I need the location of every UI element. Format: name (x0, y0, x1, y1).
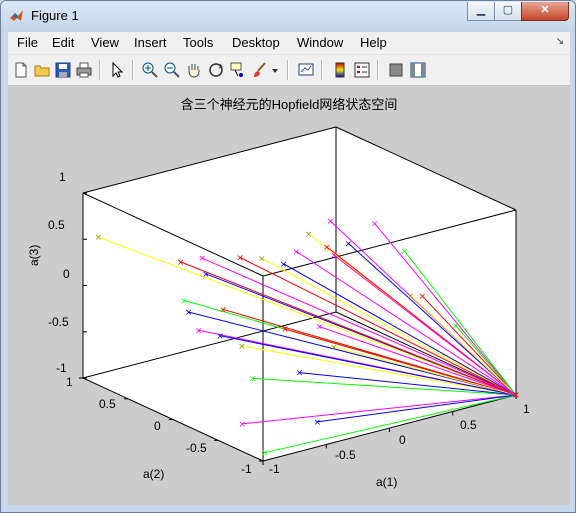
maximize-button[interactable]: ▢ (494, 2, 522, 21)
minimize-button[interactable]: ▁ (467, 2, 495, 21)
y-axis-label: a(2) (143, 467, 165, 481)
print-icon[interactable] (75, 61, 93, 79)
trajectory-start-marker: × (345, 239, 353, 249)
y-tick-label: 0 (154, 419, 161, 433)
data-cursor-icon[interactable] (229, 61, 247, 79)
y-tick-label: -1 (241, 462, 252, 476)
trajectory-start-marker: × (401, 247, 409, 257)
toolbar-separator (377, 60, 379, 80)
menu-desktop[interactable]: Desktop (232, 35, 280, 50)
trajectory-start-marker: × (280, 260, 288, 270)
toolbar-separator (99, 60, 101, 80)
menu-help[interactable]: Help (360, 35, 387, 50)
close-button[interactable]: ✕ (521, 2, 569, 21)
insert-legend-icon[interactable] (353, 61, 371, 79)
y-tick-label: 1 (66, 375, 73, 389)
equilibrium-marker: × (512, 390, 520, 401)
trajectory-start-marker: × (236, 254, 244, 264)
trajectory-start-marker: × (219, 305, 227, 315)
y-tick-label: -0.5 (186, 441, 207, 455)
maximize-icon: ▢ (502, 4, 514, 16)
z-tick-label: 0 (63, 267, 70, 281)
trajectory-start-marker: × (95, 233, 103, 243)
z-tick-label: -0.5 (48, 315, 69, 329)
trajectory-start-marker: × (407, 292, 415, 302)
trajectory-start-marker: × (452, 322, 460, 332)
figure-canvas[interactable]: 含三个神经元的Hopfield网络状态空间 × × × × × × × × × × × × × × × × × ×… (8, 86, 570, 505)
trajectory-start-marker: × (371, 219, 379, 229)
hide-plot-tools-icon[interactable] (387, 61, 405, 79)
menu-edit[interactable]: Edit (52, 35, 74, 50)
brush-menu-icon[interactable] (270, 61, 280, 79)
save-icon[interactable] (54, 61, 72, 79)
link-plot-icon[interactable] (297, 61, 315, 79)
trajectory-start-marker: × (330, 343, 338, 353)
trajectory-start-marker: × (180, 296, 188, 306)
x-tick-label: 1 (523, 402, 530, 416)
trajectory-start-marker: × (249, 374, 257, 384)
figure-window: Figure 1 ▁ ▢ ✕ File Edit View Insert Too… (0, 0, 576, 513)
trajectory-start-marker: × (238, 342, 246, 352)
trajectory-start-marker: × (261, 449, 269, 459)
trajectory-start-marker: × (195, 326, 203, 336)
figure-toolbar (8, 55, 570, 86)
matlab-logo-icon (10, 10, 23, 21)
trajectory-start-marker: × (296, 369, 304, 379)
trajectory-start-marker: × (177, 258, 185, 268)
trajectory-start-marker: × (292, 247, 300, 257)
x-tick-label: -0.5 (335, 448, 356, 462)
trajectory-start-marker: × (281, 325, 289, 335)
y-tick-label: 0.5 (99, 397, 116, 411)
zoom-in-icon[interactable] (141, 61, 159, 79)
open-file-icon[interactable] (33, 61, 51, 79)
rotate-3d-icon[interactable] (207, 61, 225, 79)
trajectory-start-marker: × (185, 308, 193, 318)
trajectory-start-marker: × (216, 332, 224, 342)
menu-tools[interactable]: Tools (183, 35, 213, 50)
trajectory-start-marker: × (239, 420, 247, 430)
trajectory-start-marker: × (327, 217, 335, 227)
minimize-icon: ▁ (476, 4, 486, 16)
z-axis-label: a(3) (27, 244, 41, 266)
trajectory-start-marker: × (330, 251, 338, 261)
x-axis-label: a(1) (376, 475, 398, 489)
menu-view[interactable]: View (91, 35, 119, 50)
axes-3d[interactable]: ××× ××××××××××××××× × ×××××× ×××××××× (8, 86, 570, 505)
toolbar-separator (132, 60, 134, 80)
toolbar-separator (287, 60, 289, 80)
trajectory-start-marker: × (305, 230, 313, 240)
menu-insert[interactable]: Insert (134, 35, 167, 50)
trajectory-start-marker: × (258, 254, 266, 264)
x-tick-label: 0.5 (460, 418, 477, 432)
x-tick-label: 0 (399, 433, 406, 447)
z-tick-label: 1 (59, 170, 66, 184)
new-figure-icon[interactable] (12, 61, 30, 79)
z-tick-label: -1 (56, 361, 67, 375)
menu-window[interactable]: Window (297, 35, 343, 50)
brush-icon[interactable] (251, 61, 269, 79)
menu-bar: File Edit View Insert Tools Desktop Wind… (8, 32, 570, 55)
trajectory-start-marker: × (419, 292, 427, 302)
menu-file[interactable]: File (17, 35, 38, 50)
trajectory-start-marker: × (314, 418, 322, 428)
window-title: Figure 1 (31, 8, 79, 23)
x-tick-label: -1 (269, 462, 280, 476)
menubar-dock-arrow-icon[interactable]: ↘ (556, 36, 564, 47)
trajectory-start-marker: × (316, 323, 324, 333)
trajectory-start-marker: × (198, 254, 206, 264)
insert-colorbar-icon[interactable] (331, 61, 349, 79)
title-bar[interactable]: Figure 1 ▁ ▢ ✕ (1, 1, 575, 31)
z-tick-label: 0.5 (48, 218, 65, 232)
arrow-pointer-icon[interactable] (108, 61, 126, 79)
close-icon: ✕ (540, 4, 550, 16)
pan-hand-icon[interactable] (185, 61, 203, 79)
toolbar-separator (321, 60, 323, 80)
zoom-out-icon[interactable] (163, 61, 181, 79)
show-plot-tools-icon[interactable] (409, 61, 427, 79)
